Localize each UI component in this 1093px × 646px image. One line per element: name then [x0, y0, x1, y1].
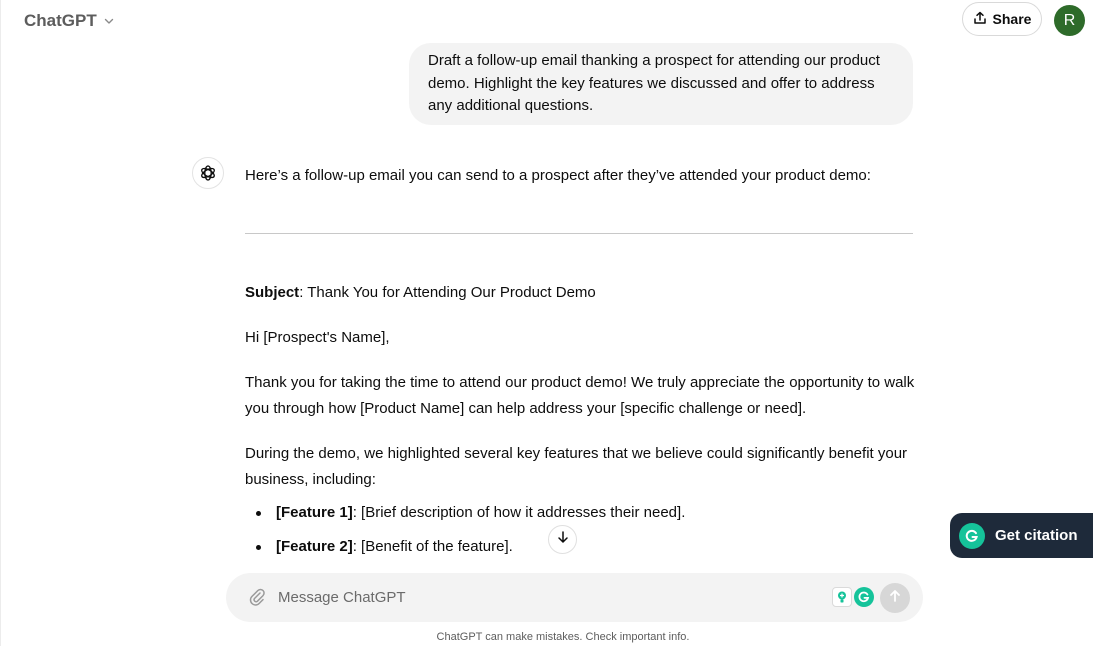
grammarly-logo-icon [959, 522, 985, 549]
assistant-intro: Here’s a follow-up email you can send to… [245, 167, 871, 184]
email-paragraph: During the demo, we highlighted several … [245, 445, 908, 488]
disclaimer: ChatGPT can make mistakes. Check importa… [436, 631, 690, 643]
chevron-down-icon [103, 15, 115, 27]
arrow-down-icon [556, 530, 570, 549]
message-input[interactable] [278, 585, 818, 609]
get-citation-button[interactable]: Get citation [950, 513, 1093, 558]
avatar[interactable]: R [1054, 5, 1085, 36]
share-label: Share [992, 11, 1032, 27]
grammarly-logo-icon[interactable] [854, 587, 874, 607]
feature-name: [Feature 2] [276, 538, 353, 555]
email-paragraph: Thank you for taking the time to attend … [245, 374, 915, 417]
list-item: [Feature 1]: [Brief description of how i… [255, 503, 685, 537]
subject-label: Subject [245, 284, 300, 301]
share-icon [973, 11, 987, 28]
divider [245, 233, 913, 234]
subject-text: : Thank You for Attending Our Product De… [299, 284, 596, 301]
paperclip-icon[interactable] [246, 586, 268, 608]
email-greeting: Hi [Prospect's Name], [245, 329, 390, 346]
message-composer [226, 573, 923, 622]
openai-logo-icon [192, 157, 224, 189]
user-message-bubble: Draft a follow-up email thanking a prosp… [409, 43, 913, 125]
share-button[interactable]: Share [962, 2, 1042, 36]
feature-name: [Feature 1] [276, 504, 353, 521]
email-subject: Subject: Thank You for Attending Our Pro… [245, 283, 915, 303]
send-button[interactable] [880, 583, 910, 613]
model-switcher[interactable]: ChatGPT [24, 9, 115, 33]
feature-list: [Feature 1]: [Brief description of how i… [255, 503, 685, 571]
feature-desc: : [Benefit of the feature]. [352, 538, 513, 555]
lightbulb-icon[interactable] [832, 587, 852, 607]
sidebar-edge [0, 0, 1, 646]
model-name: ChatGPT [24, 11, 97, 30]
scroll-to-bottom-button[interactable] [548, 525, 577, 554]
list-item: [Feature 2]: [Benefit of the feature]. [255, 537, 685, 571]
grammarly-widgets [832, 587, 874, 609]
feature-desc: : [Brief description of how it addresses… [352, 504, 686, 521]
send-arrow-icon [888, 589, 902, 608]
citation-label: Get citation [995, 527, 1078, 544]
